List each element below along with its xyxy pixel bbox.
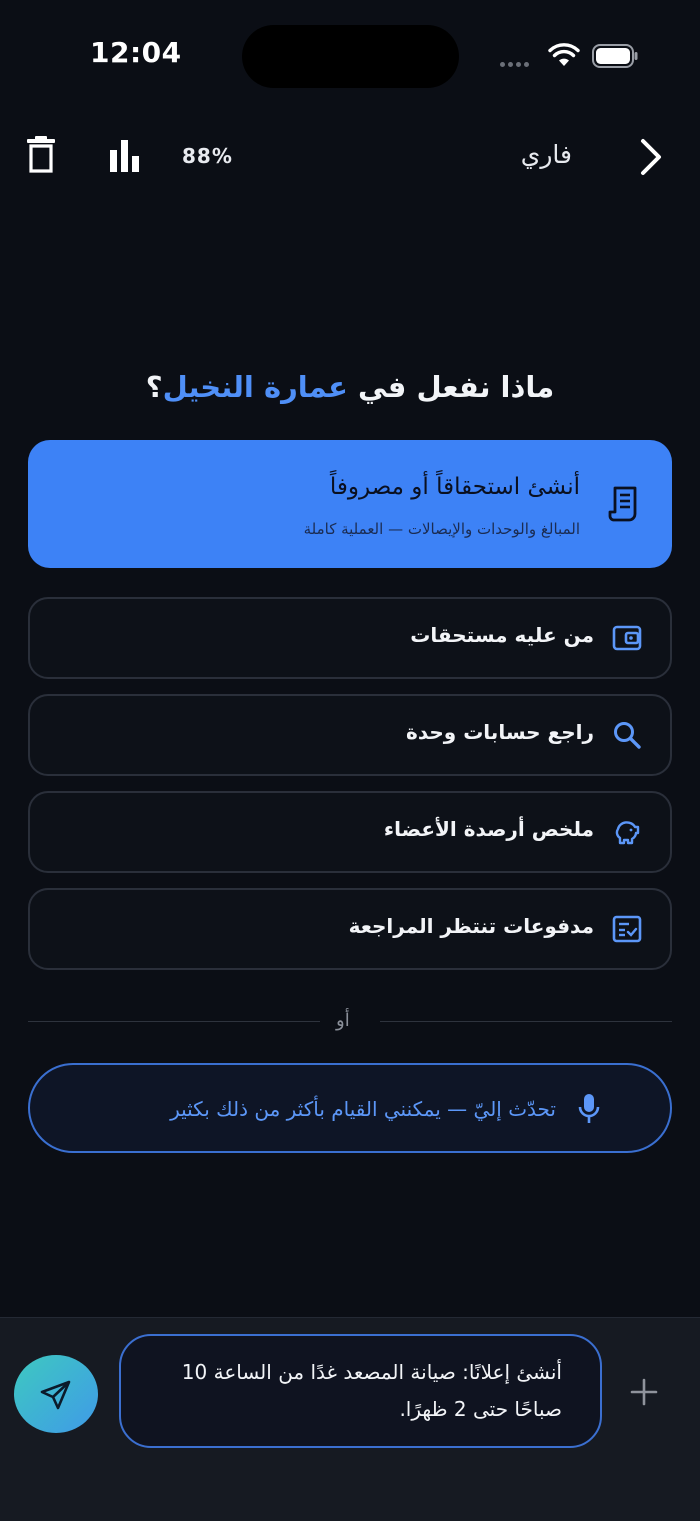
title-suffix: ؟ bbox=[145, 370, 163, 404]
message-composer: أنشئ إعلانًا: صيانة المصعد غدًا من الساع… bbox=[0, 1317, 700, 1521]
chevron-right-icon[interactable] bbox=[636, 136, 666, 178]
card-title: أنشئ استحقاقاً أو مصروفاً bbox=[329, 474, 580, 500]
usage-percent: 88% bbox=[182, 144, 233, 168]
action-label: مدفوعات تنتظر المراجعة bbox=[348, 914, 594, 938]
user-name[interactable]: فاري bbox=[521, 140, 572, 169]
piggy-bank-icon bbox=[615, 821, 640, 845]
app-screen: 12:04 88% فاري ماذا نفعل في عمارة النخيل… bbox=[0, 0, 700, 1521]
divider-line-right bbox=[380, 1021, 672, 1022]
card-subtitle: المبالغ والوحدات والإيصالات — العملية كا… bbox=[303, 520, 580, 538]
divider-line-left bbox=[28, 1021, 320, 1022]
action-label: ملخص أرصدة الأعضاء bbox=[383, 817, 594, 841]
send-button[interactable] bbox=[14, 1355, 98, 1433]
voice-talk-button[interactable]: تحدّث إليّ — يمكنني القيام بأكثر من ذلك … bbox=[28, 1063, 672, 1153]
title-prefix: ماذا نفعل في bbox=[347, 370, 555, 404]
building-name: عمارة النخيل bbox=[162, 370, 348, 404]
voice-talk-label: تحدّث إليّ — يمكنني القيام بأكثر من ذلك … bbox=[170, 1097, 556, 1121]
action-pending-payments[interactable]: مدفوعات تنتظر المراجعة bbox=[28, 888, 672, 970]
dynamic-island bbox=[242, 25, 459, 88]
battery-icon bbox=[592, 44, 638, 68]
action-balances[interactable]: ملخص أرصدة الأعضاء bbox=[28, 791, 672, 873]
message-input[interactable]: أنشئ إعلانًا: صيانة المصعد غدًا من الساع… bbox=[119, 1334, 602, 1448]
wifi-icon bbox=[548, 43, 580, 66]
page-title: ماذا نفعل في عمارة النخيل؟ bbox=[0, 370, 700, 404]
action-label: من عليه مستحقات bbox=[410, 623, 594, 647]
divider-or: أو bbox=[336, 1010, 350, 1031]
cellular-signal-icon bbox=[500, 62, 529, 67]
bar-chart-icon[interactable] bbox=[108, 140, 142, 172]
action-label: راجع حسابات وحدة bbox=[406, 720, 594, 744]
search-icon bbox=[614, 722, 641, 749]
create-charge-card[interactable]: أنشئ استحقاقاً أو مصروفاً المبالغ والوحد… bbox=[28, 440, 672, 568]
action-dues[interactable]: من عليه مستحقات bbox=[28, 597, 672, 679]
checklist-icon bbox=[612, 915, 642, 943]
receipt-icon bbox=[608, 486, 637, 522]
trash-icon[interactable] bbox=[26, 136, 56, 174]
wallet-icon bbox=[612, 625, 642, 651]
status-time: 12:04 bbox=[90, 36, 182, 69]
plus-icon[interactable] bbox=[630, 1378, 658, 1406]
action-review-unit[interactable]: راجع حسابات وحدة bbox=[28, 694, 672, 776]
send-icon bbox=[40, 1380, 71, 1410]
microphone-icon bbox=[578, 1094, 600, 1123]
top-bar: 88% فاري bbox=[0, 130, 700, 186]
